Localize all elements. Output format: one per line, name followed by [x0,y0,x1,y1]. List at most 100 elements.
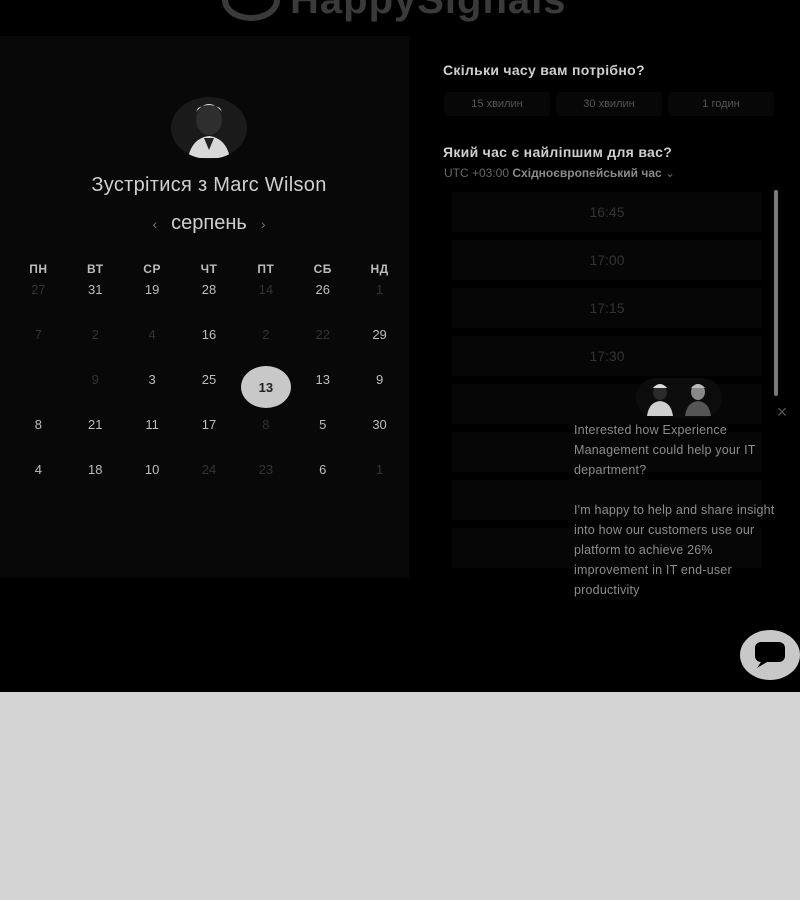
calendar-day[interactable]: 18 [67,460,124,505]
calendar-day[interactable]: 4 [10,460,67,505]
calendar-day[interactable]: 26 [294,280,351,325]
host-avatar [171,97,247,159]
calendar-day[interactable]: 2 [67,325,124,370]
chevron-right-icon[interactable]: › [261,216,266,232]
calendar-day-label: 1 [375,462,384,477]
calendar-day[interactable]: 4 [124,325,181,370]
calendar-day[interactable]: 30 [351,415,408,460]
calendar-day-label: 30 [372,417,387,432]
chevron-left-icon[interactable]: ‹ [152,216,157,232]
timezone-name: Східноєвропейський час [512,166,662,180]
calendar-day[interactable]: 8 [10,415,67,460]
duration-question: Скільки часу вам потрібно? [443,62,645,78]
calendar-day-label: 3 [148,372,156,387]
calendar-day-label: 2 [91,327,99,342]
chat-message-line: I'm happy to help and share insight into… [574,503,775,597]
calendar-day[interactable]: 5 [294,415,351,460]
calendar-day[interactable]: 1 [351,460,408,505]
weekday-label: СР [143,262,161,276]
calendar-day[interactable]: 23 [237,460,294,505]
meeting-title: Зустрітися з Marc Wilson [91,174,327,196]
calendar-day-label: 16 [201,327,217,342]
weekday-label: СБ [313,262,332,276]
calendar-day[interactable]: 25 [181,370,238,415]
calendar-day[interactable]: 3 [124,370,181,415]
calendar-day-label: 24 [201,462,217,477]
chevron-down-icon: ⌄ [665,166,676,180]
calendar-day-label: 18 [88,462,103,477]
calendar-day-label: 26 [315,282,330,297]
calendar-day-label: 5 [319,417,327,432]
calendar-day[interactable]: 22 [294,325,351,370]
calendar-day[interactable]: 24 [181,460,238,505]
timezone-offset: UTC +03:00 [444,166,510,180]
month-label: серпень [171,212,247,234]
time-slot[interactable]: 16:45 [452,192,762,232]
timezone-selector[interactable]: UTC +03:00 Східноєвропейський час ⌄ [444,166,675,180]
weekday-label: ПТ [257,262,275,276]
calendar-day[interactable]: 1 [351,280,408,325]
calendar-day-label: 11 [145,417,159,432]
calendar-day-label: 22 [315,327,330,342]
calendar-day-label: 28 [201,282,217,297]
brand-logo[interactable]: HappySignals [222,0,622,22]
calendar-day[interactable]: 17 [181,415,238,460]
chat-agent-avatars [636,378,722,418]
calendar-day[interactable]: 21 [67,415,124,460]
slot-scrollbar[interactable] [774,190,778,396]
calendar-days-grid: 27 31 19 28 14 26 1 7 2 4 16 2 22 29 9 3 25 13 13 9 8 21 11 17 8… [10,280,408,505]
calendar-day[interactable] [10,370,67,415]
calendar-day[interactable]: 27 [10,280,67,325]
time-question: Який час є найліпшим для вас? [443,144,673,160]
chat-message-line: Interested how Experience Management cou… [574,423,756,477]
calendar-day-label: 27 [31,282,46,297]
calendar-day-label: 21 [88,417,103,432]
calendar-day[interactable]: 8 [237,415,294,460]
calendar-day[interactable]: 2 [237,325,294,370]
calendar-day[interactable]: 13 [294,370,351,415]
calendar-day[interactable]: 31 [67,280,124,325]
time-slot[interactable]: 17:15 [452,288,762,328]
close-icon[interactable]: × [772,402,792,422]
calendar-day-label: 17 [201,417,217,432]
calendar-day-label: 31 [88,282,103,297]
calendar-day[interactable]: 29 [351,325,408,370]
time-slot[interactable]: 17:30 [452,336,762,376]
logo-text: HappySignals [290,0,567,23]
weekday-label: ВТ [87,262,104,276]
calendar-day-label: 9 [91,372,99,387]
duration-options: 15 хвилин 30 хвилин 1 годин [444,92,774,116]
calendar-day[interactable]: 6 [294,460,351,505]
calendar-day-selected[interactable]: 13 [237,366,294,415]
calendar-day[interactable]: 9 [351,370,408,415]
calendar-day[interactable]: 10 [124,460,181,505]
calendar-day-label: 4 [34,462,43,477]
calendar-day[interactable]: 28 [181,280,238,325]
calendar-day-label: 6 [319,462,327,477]
calendar-day[interactable]: 16 [181,325,238,370]
calendar-day-label: 9 [375,372,384,387]
page-background: HappySignals Зустрітися з Marc Wilson ‹ … [0,0,800,692]
chat-launcher-button[interactable] [740,630,800,680]
calendar-day-label: 10 [144,462,160,477]
calendar-day-label: 19 [144,282,160,297]
calendar-day-label: 14 [258,282,274,297]
duration-option-30[interactable]: 30 хвилин [556,92,662,116]
duration-option-15[interactable]: 15 хвилин [444,92,550,116]
calendar-day-label: 8 [34,417,43,432]
calendar-day[interactable]: 19 [124,280,181,325]
time-slot[interactable]: 17:00 [452,240,762,280]
month-navigation: ‹ серпень › [0,212,418,235]
calendar-day-label: 13 [315,372,330,387]
duration-option-60[interactable]: 1 годин [668,92,774,116]
calendar-day-label: 25 [201,372,217,387]
calendar-day[interactable]: 11 [124,415,181,460]
calendar-day-label: 8 [262,417,270,432]
calendar-day[interactable]: 7 [10,325,67,370]
calendar-day[interactable]: 9 [67,370,124,415]
chat-message: Interested how Experience Management cou… [574,420,786,620]
agent-avatar-icon [647,384,673,416]
calendar-day[interactable]: 14 [237,280,294,325]
calendar-day-label: 29 [372,327,387,342]
weekday-label: ПН [29,262,48,276]
